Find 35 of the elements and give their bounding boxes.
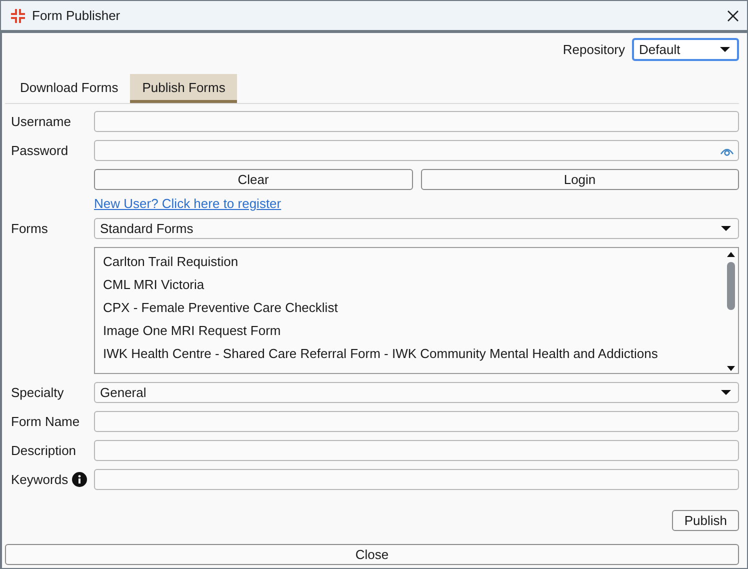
password-field[interactable]: [94, 140, 739, 161]
info-icon: [72, 472, 88, 487]
close-button[interactable]: Close: [5, 544, 739, 565]
list-item[interactable]: IWK Health Centre - Shared Care Referral Form - IWK Community Mental Health and Addictions: [103, 342, 717, 365]
close-icon[interactable]: [725, 8, 741, 24]
field-label: Repository: [562, 42, 625, 57]
keywords-field[interactable]: [94, 469, 739, 490]
field-label: Password: [11, 143, 68, 158]
form-name-field[interactable]: [94, 411, 739, 432]
caret-icon: [720, 225, 732, 232]
list-item[interactable]: CPX - Female Preventive Care Checklist: [103, 296, 717, 319]
list-item[interactable]: Carlton Trail Requistion: [103, 250, 717, 273]
caret-icon: [720, 389, 732, 396]
field-label: Username: [11, 114, 71, 129]
forms-dropdown[interactable]: Standard Forms: [94, 218, 739, 239]
clear-button[interactable]: Clear: [94, 169, 412, 190]
tab[interactable]: Download Forms: [8, 74, 130, 103]
field-label: Form Name: [11, 414, 80, 429]
username-field[interactable]: [94, 111, 739, 132]
field-label: Forms: [11, 221, 48, 236]
repository-dropdown[interactable]: Default: [632, 38, 739, 61]
field-label: Keywords: [11, 472, 68, 487]
tab[interactable]: Publish Forms: [130, 74, 238, 103]
register-link[interactable]: New User? Click here to register: [94, 196, 282, 211]
field-label: Specialty: [11, 385, 64, 400]
publish-button[interactable]: Publish: [672, 510, 739, 531]
login-button[interactable]: Login: [420, 169, 739, 190]
field-label: Description: [11, 443, 76, 458]
caret-icon: [719, 46, 731, 53]
list-item[interactable]: CML MRI Victoria: [103, 273, 717, 296]
description-field[interactable]: [94, 440, 739, 461]
specialty-dropdown[interactable]: General: [94, 382, 739, 403]
app-logo-icon: [10, 8, 26, 24]
list-item[interactable]: Image One MRI Request Form: [103, 319, 717, 342]
window-title: Form Publisher: [32, 8, 122, 23]
